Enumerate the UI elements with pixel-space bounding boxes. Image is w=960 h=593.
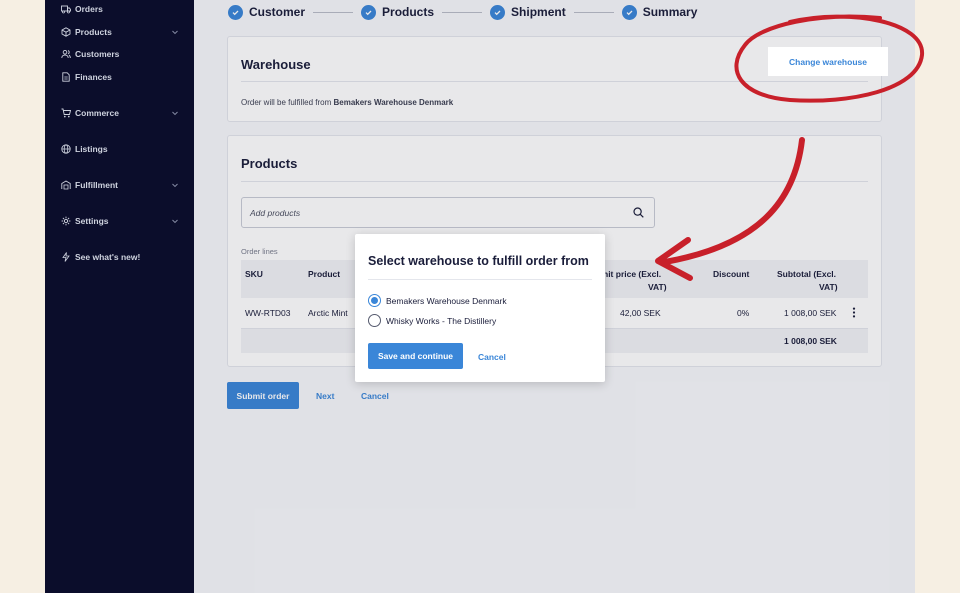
modal-title: Select warehouse to fulfill order from: [368, 254, 589, 268]
radio-unselected[interactable]: [368, 314, 381, 327]
modal-cancel-link[interactable]: Cancel: [478, 352, 506, 362]
divider: [368, 279, 592, 280]
sparkle-icon: [62, 252, 70, 262]
sidebar-item-label: Listings: [75, 144, 108, 154]
chevron-down-icon: [172, 30, 178, 35]
sidebar-item-settings[interactable]: Settings: [61, 216, 179, 226]
sidebar: Orders Products Customers Finances Comme…: [45, 0, 194, 593]
sidebar-item-products[interactable]: Products: [61, 27, 179, 37]
users-icon: [61, 49, 71, 59]
radio-selected[interactable]: [368, 294, 381, 307]
document-icon: [62, 72, 70, 82]
change-warehouse-button[interactable]: Change warehouse: [768, 47, 888, 76]
sidebar-item-label: Settings: [75, 216, 109, 226]
sidebar-item-label: Products: [75, 27, 112, 37]
box-icon: [61, 27, 71, 37]
sidebar-item-commerce[interactable]: Commerce: [61, 108, 179, 118]
sidebar-item-label: Orders: [75, 4, 103, 14]
chevron-down-icon: [172, 111, 178, 116]
sidebar-item-finances[interactable]: Finances: [61, 72, 179, 82]
option-label: Whisky Works - The Distillery: [386, 315, 497, 326]
sidebar-item-label: Commerce: [75, 108, 119, 118]
sidebar-item-customers[interactable]: Customers: [61, 49, 179, 59]
sidebar-item-fulfillment[interactable]: Fulfillment: [61, 180, 179, 190]
truck-icon: [61, 5, 71, 14]
sidebar-item-label: See what's new!: [75, 252, 141, 262]
select-warehouse-modal: Select warehouse to fulfill order from B…: [355, 234, 605, 382]
chevron-down-icon: [172, 183, 178, 188]
sidebar-item-label: Customers: [75, 49, 120, 59]
cart-icon: [61, 108, 71, 118]
gear-icon: [61, 216, 71, 226]
save-and-continue-button[interactable]: Save and continue: [368, 343, 463, 369]
sidebar-item-listings[interactable]: Listings: [61, 144, 179, 154]
sidebar-item-label: Fulfillment: [75, 180, 118, 190]
warehouse-icon: [61, 180, 71, 190]
sidebar-item-whats-new[interactable]: See what's new!: [61, 252, 179, 262]
globe-icon: [61, 144, 71, 154]
sidebar-item-orders[interactable]: Orders: [61, 4, 179, 14]
sidebar-item-label: Finances: [75, 72, 112, 82]
chevron-down-icon: [172, 219, 178, 224]
option-label: Bemakers Warehouse Denmark: [386, 295, 507, 306]
warehouse-option-2[interactable]: Whisky Works - The Distillery: [368, 314, 496, 327]
warehouse-option-1[interactable]: Bemakers Warehouse Denmark: [368, 294, 507, 307]
